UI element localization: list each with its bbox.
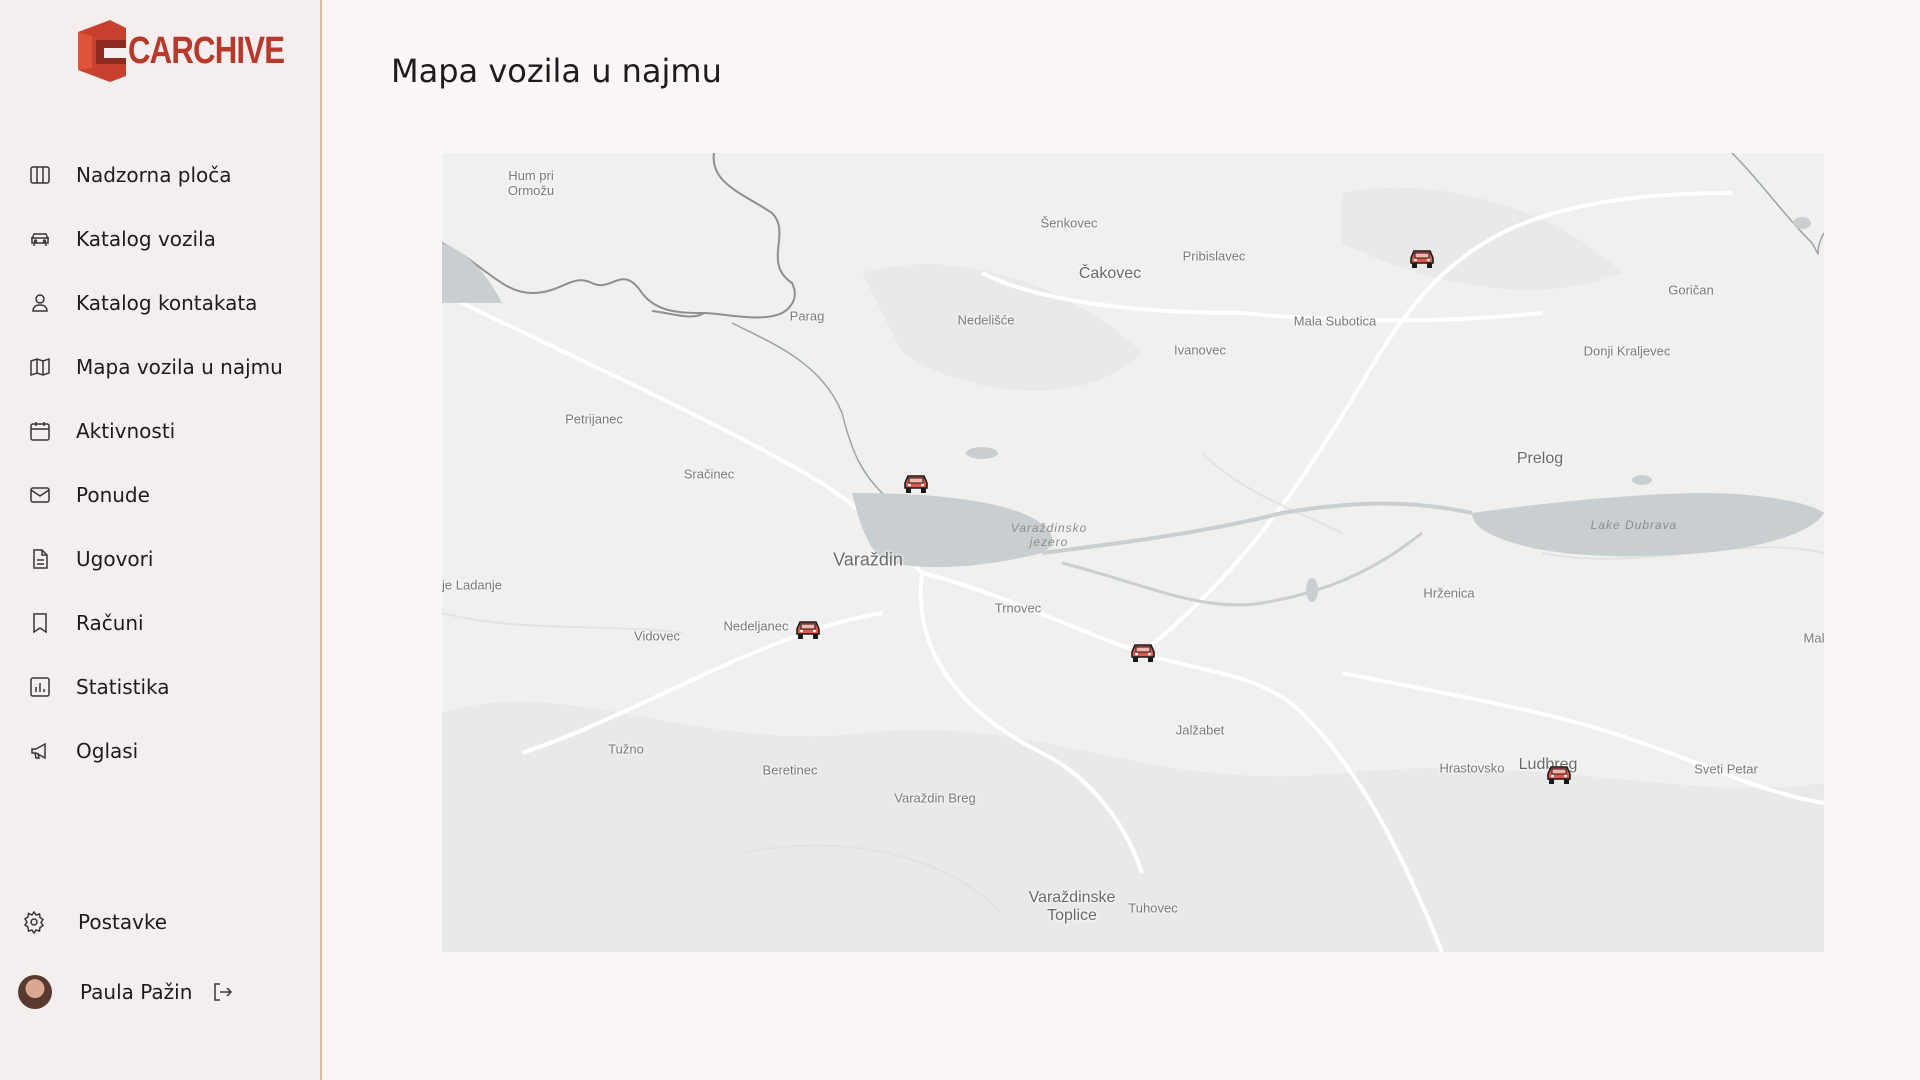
sidebar-item-contracts[interactable]: Ugovori [0, 527, 320, 591]
sidebar-item-label: Katalog kontakata [76, 291, 258, 315]
sidebar-item-label: Statistika [76, 675, 170, 699]
map-place-label: Sračinec [683, 466, 735, 482]
sidebar: CARCHIVE Nadzorna ploča Katalog vozila K… [0, 0, 322, 1080]
gear-icon [22, 910, 46, 934]
car-icon [28, 227, 52, 251]
sidebar-item-label: Ponude [76, 483, 150, 507]
map-place-label: Mal [1803, 630, 1824, 646]
vehicle-marker[interactable] [901, 470, 931, 496]
map-place-label: Jalžabet [1175, 722, 1225, 738]
map-lake-label: Lake Dubrava [1590, 518, 1678, 532]
user-icon [28, 291, 52, 315]
vehicle-marker[interactable] [793, 616, 823, 642]
map-place-label: Nedeljanec [723, 618, 789, 634]
mail-icon [28, 483, 52, 507]
map-place-label: Varaždinske Toplice [1028, 889, 1116, 924]
user-name: Paula Pažin [80, 980, 193, 1004]
avatar[interactable] [18, 975, 52, 1009]
map-place-label: Beretinec [762, 762, 818, 778]
map-place-label: Parag [789, 308, 825, 324]
page-title: Mapa vozila u najmu [391, 52, 722, 90]
map-place-label: Petrijanec [565, 411, 623, 427]
map-place-label: je Ladanje [442, 577, 502, 593]
map-place-label: Nedelišće [957, 312, 1015, 328]
map-place-label: Varaždin Breg [894, 790, 976, 806]
map-lake-label: Varaždinsko jezero [1010, 521, 1088, 549]
map-place-label: Hrženica [1423, 585, 1475, 601]
logo-text: CARCHIVE [128, 29, 285, 72]
sidebar-item-offers[interactable]: Ponude [0, 463, 320, 527]
map-place-label: Vidovec [633, 628, 681, 644]
sidebar-item-ads[interactable]: Oglasi [0, 719, 320, 783]
sidebar-item-rental-map[interactable]: Mapa vozila u najmu [0, 335, 320, 399]
sidebar-item-dashboard[interactable]: Nadzorna ploča [0, 143, 320, 207]
sidebar-item-statistics[interactable]: Statistika [0, 655, 320, 719]
sidebar-item-label: Računi [76, 611, 144, 635]
receipt-icon [28, 611, 52, 635]
megaphone-icon [28, 739, 52, 763]
map-place-label: Pribislavec [1182, 248, 1246, 264]
map-place-label: Hrastovsko [1439, 760, 1505, 776]
sidebar-item-label: Mapa vozila u najmu [76, 355, 283, 379]
calendar-icon [28, 419, 52, 443]
map-place-label: Varaždin [833, 549, 903, 570]
vehicle-marker[interactable] [1128, 639, 1158, 665]
sidebar-item-contacts[interactable]: Katalog kontakata [0, 271, 320, 335]
rental-map[interactable]: Hum pri Ormožu Šenkovec Čakovec Pribisla… [442, 153, 1824, 952]
sidebar-item-vehicle-catalog[interactable]: Katalog vozila [0, 207, 320, 271]
carchive-logo-icon [78, 20, 126, 82]
map-icon [28, 355, 52, 379]
chart-icon [28, 675, 52, 699]
sidebar-item-settings[interactable]: Postavke [0, 890, 320, 954]
map-place-label: Tužno [608, 741, 644, 757]
sidebar-item-invoices[interactable]: Računi [0, 591, 320, 655]
app-logo[interactable]: CARCHIVE [72, 18, 318, 84]
logout-icon[interactable] [210, 980, 234, 1004]
map-place-label: Goričan [1668, 282, 1714, 298]
sidebar-item-label: Oglasi [76, 739, 139, 763]
sidebar-item-activities[interactable]: Aktivnosti [0, 399, 320, 463]
dashboard-icon [28, 163, 52, 187]
sidebar-item-label: Aktivnosti [76, 419, 176, 443]
map-place-label: Donji Kraljevec [1583, 343, 1671, 359]
sidebar-item-label: Nadzorna ploča [76, 163, 232, 187]
map-place-label: Mala Subotica [1293, 313, 1377, 329]
sidebar-item-label: Ugovori [76, 547, 154, 571]
map-place-label: Čakovec [1078, 265, 1142, 282]
map-place-label: Tuhovec [1128, 900, 1178, 916]
sidebar-item-label: Katalog vozila [76, 227, 216, 251]
vehicle-marker[interactable] [1407, 245, 1437, 271]
document-icon [28, 547, 52, 571]
map-place-label: Prelog [1516, 450, 1564, 467]
map-place-label: Ivanovec [1173, 342, 1227, 358]
vehicle-marker[interactable] [1544, 761, 1574, 787]
sidebar-nav: Nadzorna ploča Katalog vozila Katalog ko… [0, 143, 320, 783]
user-profile: Paula Pažin [0, 960, 320, 1024]
map-place-label: Sveti Petar [1694, 761, 1758, 777]
map-place-label: Trnovec [994, 600, 1042, 616]
map-place-label: Hum pri Ormožu [507, 168, 555, 198]
map-place-label: Šenkovec [1040, 215, 1098, 231]
settings-label: Postavke [78, 910, 168, 934]
